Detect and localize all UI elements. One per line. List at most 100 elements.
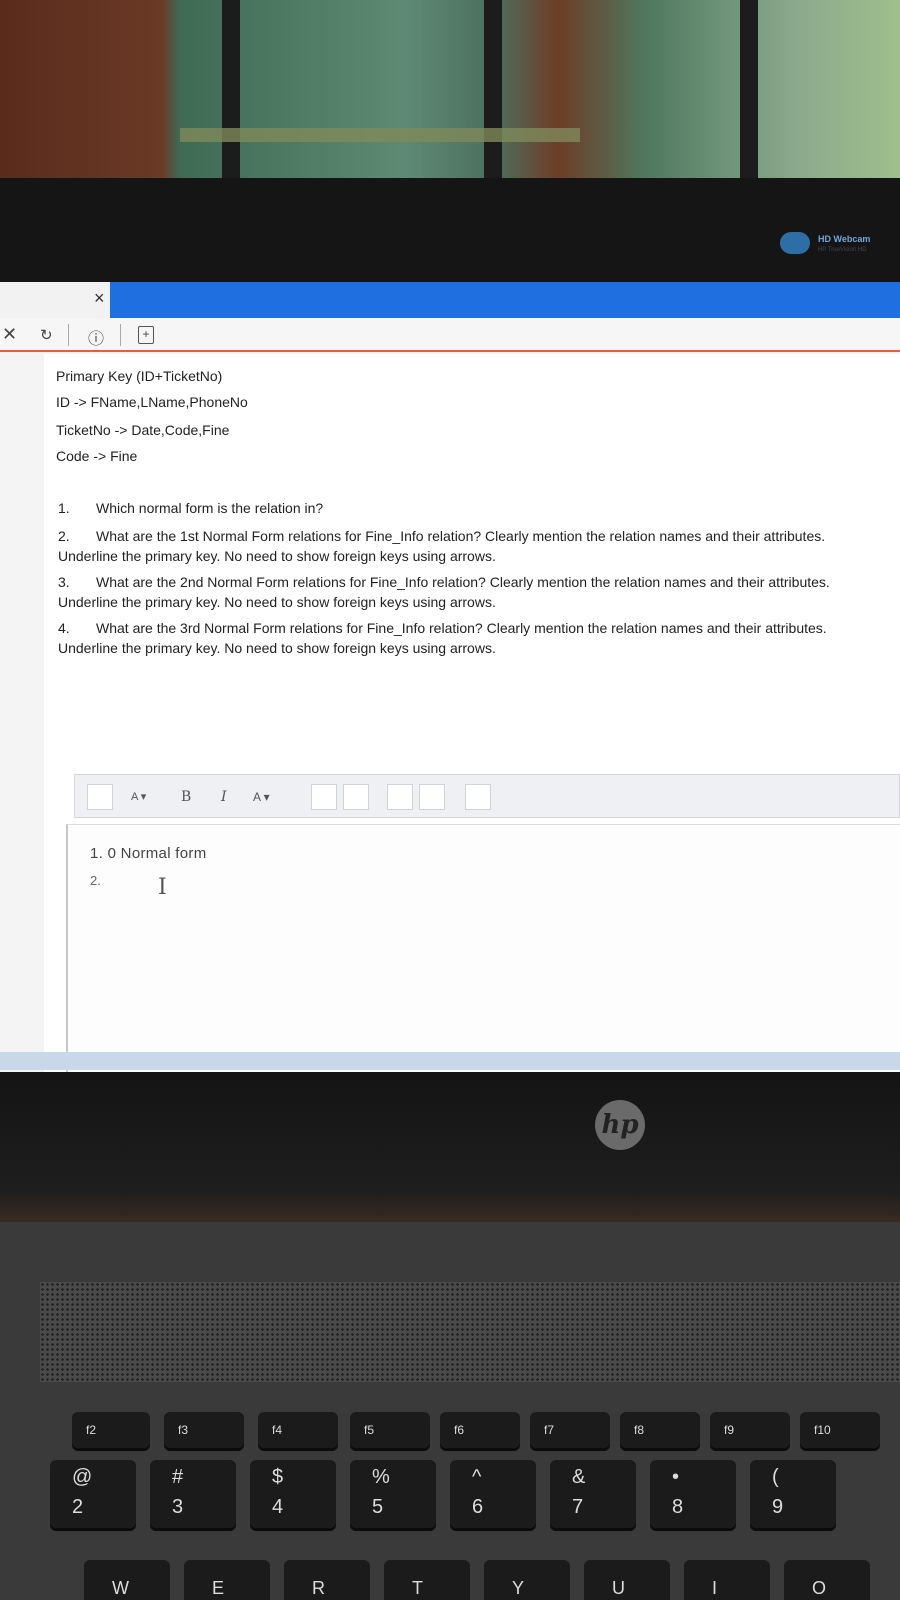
- key-symbol: ^: [472, 1466, 482, 1488]
- close-icon[interactable]: ✕: [2, 324, 17, 345]
- bold-button[interactable]: B: [181, 786, 191, 808]
- key-y[interactable]: Y: [484, 1560, 570, 1600]
- key-symbol: •: [672, 1466, 680, 1488]
- key-9[interactable]: (9: [750, 1460, 836, 1528]
- window-bar: [222, 0, 240, 185]
- numbered-list-icon[interactable]: [343, 784, 369, 810]
- key-number: 7: [572, 1496, 584, 1518]
- key-t[interactable]: T: [384, 1560, 470, 1600]
- key-i[interactable]: I: [684, 1560, 770, 1600]
- question-text: What are the 1st Normal Form relations f…: [58, 528, 826, 564]
- key-letter: E: [212, 1578, 225, 1598]
- key-f10[interactable]: f10: [800, 1412, 880, 1448]
- key-letter: T: [412, 1578, 423, 1598]
- key-number: 8: [672, 1496, 684, 1518]
- key-f5[interactable]: f5: [350, 1412, 430, 1448]
- key-letter: I: [712, 1578, 718, 1598]
- font-size-dropdown[interactable]: A ▾: [131, 786, 146, 808]
- hp-logo: hp: [595, 1100, 645, 1150]
- image-icon[interactable]: [465, 784, 491, 810]
- format-icon[interactable]: [87, 784, 113, 810]
- bullet-list-icon[interactable]: [311, 784, 337, 810]
- key-symbol: #: [172, 1466, 184, 1488]
- key-symbol: &: [572, 1466, 586, 1488]
- answer-line: 1. 0 Normal form: [90, 845, 207, 862]
- answer-line: 2.: [90, 873, 101, 888]
- reload-icon[interactable]: ↻: [40, 326, 53, 344]
- question-number: 4.: [58, 620, 70, 636]
- key-u[interactable]: U: [584, 1560, 670, 1600]
- tab-close-icon[interactable]: ×: [94, 288, 105, 309]
- question-text: What are the 2nd Normal Form relations f…: [58, 574, 830, 610]
- key-letter: R: [312, 1578, 325, 1598]
- key-f9[interactable]: f9: [710, 1412, 790, 1448]
- key-label: f10: [814, 1423, 831, 1437]
- key-symbol: (: [772, 1466, 779, 1488]
- dependency-line: ID -> FName,LName,PhoneNo: [56, 394, 248, 410]
- key-o[interactable]: O: [784, 1560, 870, 1600]
- key-5[interactable]: % 5: [350, 1460, 436, 1528]
- font-color-dropdown[interactable]: A ▾: [253, 786, 270, 808]
- key-4[interactable]: $4: [250, 1460, 336, 1528]
- laptop-top-bezel: [0, 178, 900, 282]
- key-number: 4: [272, 1496, 284, 1518]
- toolbar-divider: [120, 324, 121, 346]
- link-icon[interactable]: [387, 784, 413, 810]
- window-bar: [740, 0, 758, 185]
- key-letter: O: [812, 1578, 827, 1598]
- window-sill: [180, 128, 580, 142]
- key-e[interactable]: E: [184, 1560, 270, 1600]
- italic-button[interactable]: I: [221, 786, 227, 808]
- key-f8[interactable]: f8: [620, 1412, 700, 1448]
- dependency-line: Code -> Fine: [56, 448, 138, 464]
- question-number: 3.: [58, 574, 70, 590]
- answer-editor[interactable]: 1. 0 Normal form 2. I: [66, 824, 900, 1114]
- laptop-screen: × ✕ ↻ ⓘ + Primary Key (ID+TicketNo) ID -…: [0, 282, 900, 1114]
- question-item: 4. What are the 3rd Normal Form relations…: [58, 618, 848, 658]
- question-number: 1.: [58, 500, 70, 516]
- unlink-icon[interactable]: [419, 784, 445, 810]
- key-r[interactable]: R: [284, 1560, 370, 1600]
- key-w[interactable]: W: [84, 1560, 170, 1600]
- key-6[interactable]: ^ 6: [450, 1460, 536, 1528]
- key-f4[interactable]: f4: [258, 1412, 338, 1448]
- key-number: 5: [372, 1496, 384, 1518]
- key-number: 2: [72, 1496, 84, 1518]
- screen-bottom-edge: [0, 1052, 900, 1070]
- info-icon[interactable]: ⓘ: [88, 325, 104, 349]
- text-cursor-icon: I: [158, 875, 167, 900]
- keyboard-deck: [0, 1222, 900, 1600]
- browser-tab-bar: ×: [0, 282, 900, 318]
- key-8[interactable]: • 8: [650, 1460, 736, 1528]
- key-number: 6: [472, 1496, 484, 1518]
- key-f2[interactable]: f2: [72, 1412, 150, 1448]
- key-label: f9: [724, 1423, 735, 1437]
- toolbar-divider: [68, 324, 69, 346]
- key-f6[interactable]: f6: [440, 1412, 520, 1448]
- key-7[interactable]: & 7: [550, 1460, 636, 1528]
- key-symbol: %: [372, 1466, 390, 1488]
- key-label: f6: [454, 1423, 465, 1437]
- key-number: 9: [772, 1496, 784, 1518]
- key-label: f4: [272, 1423, 283, 1437]
- key-number: 3: [172, 1496, 184, 1518]
- primary-key-line: Primary Key (ID+TicketNo): [56, 368, 223, 384]
- add-page-icon[interactable]: +: [138, 326, 154, 344]
- question-number: 2.: [58, 528, 70, 544]
- key-label: f5: [364, 1423, 375, 1437]
- key-2[interactable]: @2: [50, 1460, 136, 1528]
- question-item: 3. What are the 2nd Normal Form relations…: [58, 572, 848, 612]
- key-f7[interactable]: f7: [530, 1412, 610, 1448]
- key-label: f7: [544, 1423, 555, 1437]
- webcam-sublabel: HP TrueVision HD: [818, 247, 867, 253]
- key-f3[interactable]: f3: [164, 1412, 244, 1448]
- window-bar: [484, 0, 502, 185]
- key-label: f3: [178, 1423, 189, 1437]
- key-label: f8: [634, 1423, 645, 1437]
- question-text: What are the 3rd Normal Form relations f…: [58, 620, 827, 656]
- key-letter: U: [612, 1578, 625, 1598]
- question-item: 2. What are the 1st Normal Form relations…: [58, 526, 848, 566]
- key-3[interactable]: #3: [150, 1460, 236, 1528]
- key-label: f2: [86, 1423, 97, 1437]
- laptop-bottom-bezel: [0, 1072, 900, 1222]
